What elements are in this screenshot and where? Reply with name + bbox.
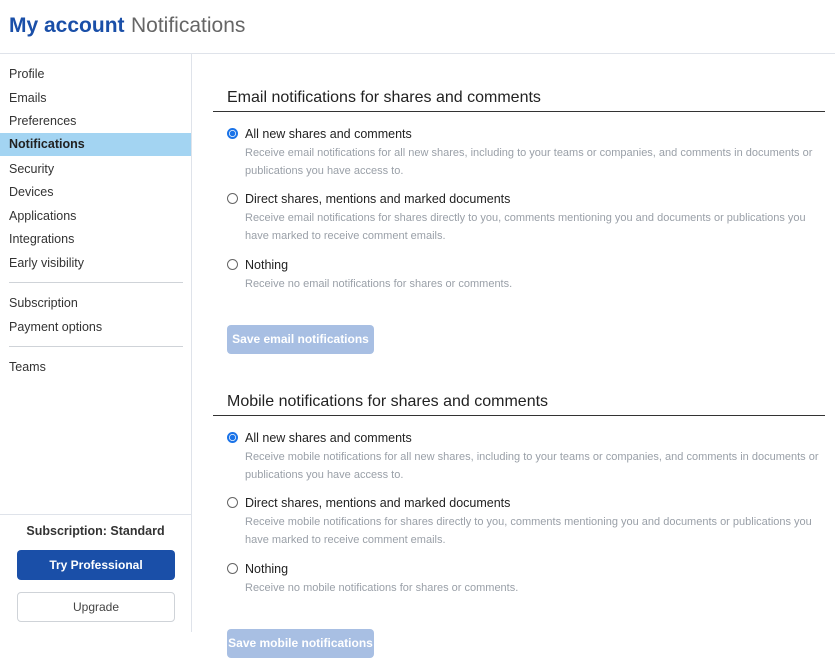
option-label[interactable]: Direct shares, mentions and marked docum… <box>245 496 510 510</box>
option-description: Receive email notifications for all new … <box>245 147 813 177</box>
sidebar-item-teams[interactable]: Teams <box>0 356 191 379</box>
radio-button[interactable] <box>227 563 238 574</box>
sidebar-item-security[interactable]: Security <box>0 158 191 181</box>
section-divider <box>213 111 825 112</box>
option-label[interactable]: All new shares and comments <box>245 127 412 141</box>
nav-divider <box>9 346 183 347</box>
try-professional-button[interactable]: Try Professional <box>17 550 175 580</box>
page-title: My account <box>9 14 125 37</box>
option-description: Receive email notifications for shares d… <box>245 212 806 242</box>
option-label[interactable]: All new shares and comments <box>245 431 412 445</box>
email-section-title: Email notifications for shares and comme… <box>227 89 541 106</box>
option-description: Receive no mobile notifications for shar… <box>245 582 519 594</box>
save-email-notifications-button[interactable]: Save email notifications <box>227 325 374 354</box>
radio-button[interactable] <box>227 259 238 270</box>
page-subtitle: Notifications <box>131 14 246 37</box>
nav-divider <box>9 282 183 283</box>
main-content: Email notifications for shares and comme… <box>193 55 835 658</box>
option-description: Receive mobile notifications for shares … <box>245 516 812 546</box>
save-mobile-notifications-button[interactable]: Save mobile notifications <box>227 629 374 658</box>
sidebar-item-payment-options[interactable]: Payment options <box>0 316 191 339</box>
radio-button-checked[interactable] <box>227 128 238 139</box>
subscription-panel: Subscription: Standard Try Professional … <box>0 514 191 632</box>
mobile-section-title: Mobile notifications for shares and comm… <box>227 393 549 410</box>
subscription-label: Subscription: Standard <box>26 524 165 538</box>
sidebar-item-emails[interactable]: Emails <box>0 87 191 110</box>
option-label[interactable]: Direct shares, mentions and marked docum… <box>245 192 510 206</box>
sidebar-item-integrations[interactable]: Integrations <box>0 228 191 251</box>
sidebar-item-preferences[interactable]: Preferences <box>0 110 191 133</box>
upgrade-button[interactable]: Upgrade <box>17 592 175 622</box>
radio-button-checked[interactable] <box>227 432 238 443</box>
sidebar-item-profile[interactable]: Profile <box>0 63 191 86</box>
sidebar-item-applications[interactable]: Applications <box>0 205 191 228</box>
radio-button[interactable] <box>227 193 238 204</box>
option-label[interactable]: Nothing <box>245 562 288 576</box>
section-divider <box>213 415 825 416</box>
sidebar-item-early-visibility[interactable]: Early visibility <box>0 252 191 275</box>
sidebar-item-notifications[interactable]: Notifications <box>0 133 191 156</box>
option-label[interactable]: Nothing <box>245 258 288 272</box>
radio-button[interactable] <box>227 497 238 508</box>
sidebar-item-subscription[interactable]: Subscription <box>0 292 191 315</box>
sidebar: Profile Emails Preferences Notifications… <box>0 54 192 632</box>
page-header: My account Notifications <box>0 0 835 54</box>
option-description: Receive no email notifications for share… <box>245 278 513 290</box>
sidebar-item-devices[interactable]: Devices <box>0 181 191 204</box>
option-description: Receive mobile notifications for all new… <box>245 451 819 481</box>
